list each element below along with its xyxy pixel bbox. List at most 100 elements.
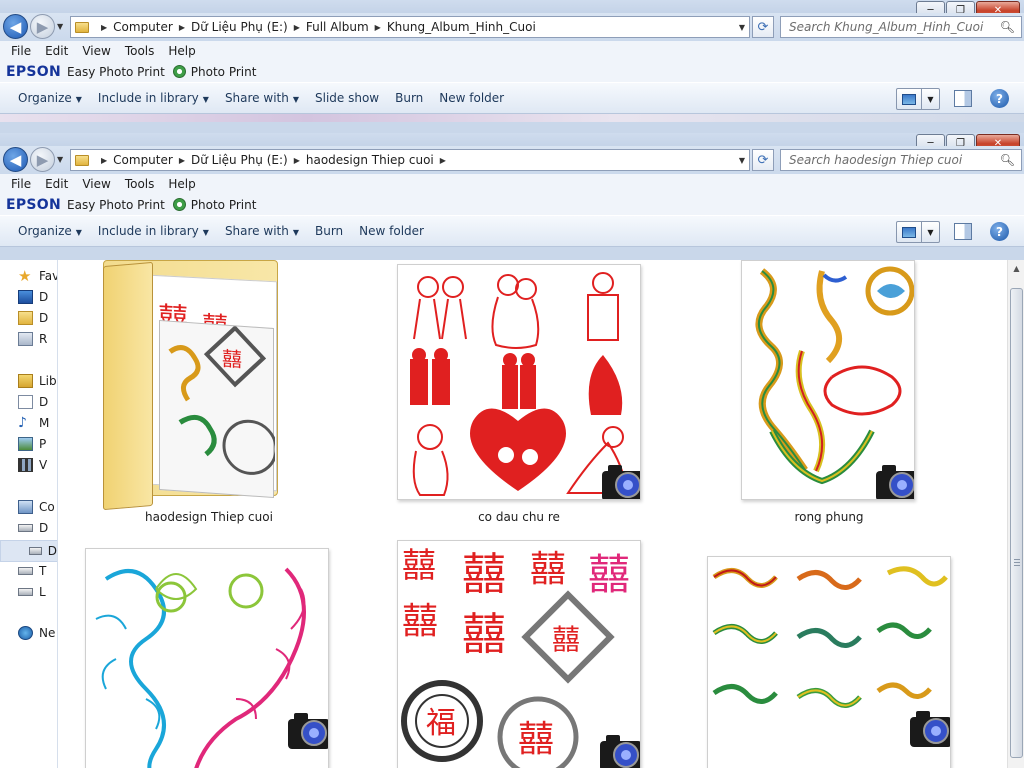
back-search-input[interactable]: Search Khung_Album_Hinh_Cuoi 🔍︎ [780, 16, 1022, 38]
chevron-down-icon: ▼ [75, 95, 82, 104]
back-recent-pages-dropdown[interactable]: ▼ [57, 22, 63, 31]
breadcrumb-computer[interactable]: Computer [113, 153, 173, 167]
nav-videos[interactable]: V [18, 458, 47, 472]
burn-button[interactable]: Burn [307, 224, 351, 238]
share-with-button[interactable]: Share with ▼ [217, 91, 307, 105]
back-nav-back-button[interactable]: ◀ [3, 14, 28, 39]
easy-photo-print-button[interactable]: Easy Photo Print [67, 65, 165, 79]
photo-print-button[interactable]: Photo Print [191, 65, 257, 79]
new-folder-button[interactable]: New folder [351, 224, 432, 238]
image-thumbnail [85, 548, 329, 768]
address-dropdown-icon[interactable]: ▼ [739, 23, 745, 32]
address-dropdown-icon[interactable]: ▼ [739, 156, 745, 165]
nav-downloads[interactable]: D [18, 311, 48, 325]
easy-photo-print-button[interactable]: Easy Photo Print [67, 198, 165, 212]
include-in-library-button[interactable]: Include in library ▼ [90, 224, 217, 238]
nav-forward-button[interactable]: ▶ [30, 147, 55, 172]
preview-pane-button[interactable] [954, 90, 972, 107]
nav-label: V [39, 458, 48, 472]
change-view-button[interactable] [896, 88, 922, 110]
share-with-label: Share with [224, 91, 289, 105]
nav-pictures[interactable]: P [18, 437, 46, 451]
slide-show-button[interactable]: Slide show [307, 91, 387, 105]
nav-computer[interactable]: Co [18, 500, 55, 514]
double-happiness-glyph: 囍 [588, 550, 630, 599]
file-tile-folder[interactable]: 囍 囍 囍 囍 haodesign Thiep cuoi [59, 260, 359, 530]
chevron-right-icon[interactable]: ▶ [179, 23, 185, 32]
double-happiness-glyph: 囍 [462, 609, 506, 660]
recent-pages-dropdown[interactable]: ▼ [57, 155, 63, 164]
menu-tools[interactable]: Tools [118, 44, 162, 58]
organize-button[interactable]: Organize ▼ [10, 91, 90, 105]
nav-documents[interactable]: D [18, 395, 48, 409]
chevron-down-icon: ▼ [292, 228, 299, 237]
menu-tools[interactable]: Tools [118, 177, 162, 191]
chevron-right-icon[interactable]: ▶ [375, 23, 381, 32]
scrollbar-thumb[interactable] [1010, 288, 1023, 758]
address-bar[interactable]: ▶ Computer ▶ Dữ Liệu Phụ (E:) ▶ haodesig… [70, 149, 750, 171]
share-with-button[interactable]: Share with ▼ [217, 224, 307, 238]
search-icon[interactable]: 🔍︎ [1000, 153, 1015, 167]
nav-favorites[interactable]: ★ Fav [18, 269, 57, 284]
view-options-dropdown[interactable]: ▼ [921, 221, 940, 243]
back-nav-forward-button[interactable]: ▶ [30, 14, 55, 39]
menu-edit[interactable]: Edit [38, 44, 75, 58]
photo-print-button[interactable]: Photo Print [191, 198, 257, 212]
back-refresh-button[interactable]: ⟳ [752, 16, 774, 38]
chevron-right-icon[interactable]: ▶ [179, 156, 185, 165]
menu-edit[interactable]: Edit [38, 177, 75, 191]
nav-network[interactable]: Ne [18, 626, 55, 640]
chevron-right-icon: ▶ [101, 22, 108, 32]
refresh-button[interactable]: ⟳ [752, 149, 774, 171]
scroll-grip-icon [1014, 559, 1020, 567]
help-button[interactable]: ? [990, 89, 1009, 108]
front-address-row: ◀ ▶ ▼ ▶ Computer ▶ Dữ Liệu Phụ (E:) ▶ ha… [0, 146, 1024, 174]
menu-view[interactable]: View [75, 177, 117, 191]
breadcrumb-computer[interactable]: Computer [113, 20, 173, 34]
help-button[interactable]: ? [990, 222, 1009, 241]
nav-libraries[interactable]: Libr [18, 374, 57, 388]
breadcrumb-current-folder[interactable]: Khung_Album_Hinh_Cuoi [387, 20, 536, 34]
search-placeholder: Search haodesign Thiep cuoi [789, 153, 963, 167]
file-tile-co-dau-chu-re[interactable]: co dau chu re [395, 260, 645, 530]
file-tile-rong-phung[interactable]: rong phung [739, 260, 989, 530]
breadcrumb-current-folder[interactable]: haodesign Thiep cuoi [306, 153, 434, 167]
file-tile-image-5[interactable]: 囍 囍 囍 囍 囍 囍 囍 福 囍 [395, 540, 645, 768]
back-address-bar[interactable]: ▶ Computer ▶ Dữ Liệu Phụ (E:) ▶ Full Alb… [70, 16, 750, 38]
file-tile-image-4[interactable] [83, 548, 333, 768]
double-happiness-glyph: 囍 [530, 549, 566, 590]
menu-view[interactable]: View [75, 44, 117, 58]
menu-file[interactable]: File [4, 44, 38, 58]
menu-file[interactable]: File [4, 177, 38, 191]
chevron-right-icon[interactable]: ▶ [294, 23, 300, 32]
nav-music[interactable]: ♪ M [18, 416, 49, 430]
change-view-button[interactable] [896, 221, 922, 243]
vertical-scrollbar[interactable]: ▲ [1007, 260, 1024, 768]
nav-recent-places[interactable]: R [18, 332, 47, 346]
preview-pane-button[interactable] [954, 223, 972, 240]
menu-help[interactable]: Help [161, 177, 202, 191]
new-folder-button[interactable]: New folder [431, 91, 512, 105]
nav-desktop[interactable]: D [18, 290, 48, 304]
nav-drive-c[interactable]: D [18, 521, 48, 535]
nav-drive-t[interactable]: T [18, 564, 46, 578]
view-options-dropdown[interactable]: ▼ [921, 88, 940, 110]
nav-drive-e[interactable]: D [0, 540, 57, 562]
nav-drive-l[interactable]: L [18, 585, 46, 599]
nav-back-button[interactable]: ◀ [3, 147, 28, 172]
double-happiness-glyph: 囍 [462, 549, 506, 600]
menu-help[interactable]: Help [161, 44, 202, 58]
chevron-right-icon[interactable]: ▶ [440, 156, 446, 165]
breadcrumb-drive[interactable]: Dữ Liệu Phụ (E:) [191, 20, 288, 34]
burn-button[interactable]: Burn [387, 91, 431, 105]
organize-button[interactable]: Organize ▼ [10, 224, 90, 238]
search-input[interactable]: Search haodesign Thiep cuoi 🔍︎ [780, 149, 1022, 171]
scroll-up-arrow-icon[interactable]: ▲ [1008, 260, 1024, 277]
chevron-right-icon[interactable]: ▶ [294, 156, 300, 165]
search-icon[interactable]: 🔍︎ [1000, 20, 1015, 34]
fortune-glyph: 福 [426, 706, 456, 741]
file-tile-image-6[interactable] [705, 556, 955, 768]
include-in-library-button[interactable]: Include in library ▼ [90, 91, 217, 105]
breadcrumb-full-album[interactable]: Full Album [306, 20, 369, 34]
breadcrumb-drive[interactable]: Dữ Liệu Phụ (E:) [191, 153, 288, 167]
